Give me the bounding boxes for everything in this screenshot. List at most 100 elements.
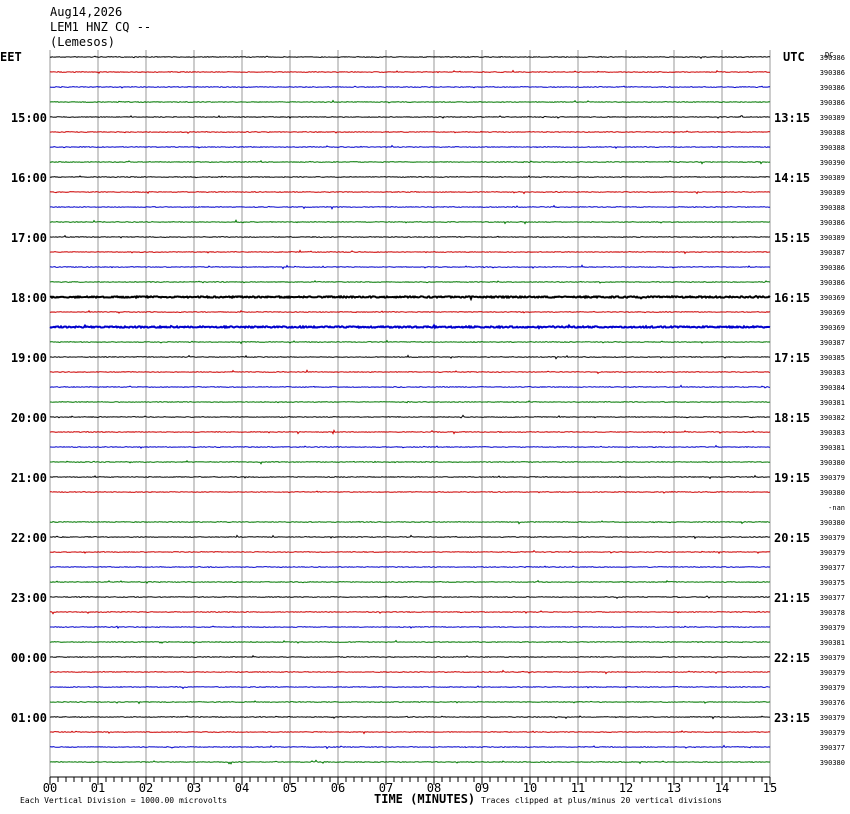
seismic-trace bbox=[49, 144, 771, 149]
header-location: (Lemesos) bbox=[50, 35, 115, 49]
seismic-trace bbox=[49, 204, 771, 210]
trace-value-label: 390379 bbox=[820, 549, 845, 557]
left-hour-label: 01:00 bbox=[11, 711, 47, 725]
seismic-trace bbox=[49, 85, 771, 89]
right-hour-label: 13:15 bbox=[774, 111, 810, 125]
left-hour-label: 22:00 bbox=[11, 531, 47, 545]
seismic-trace bbox=[49, 610, 771, 615]
trace-value-label: 390379 bbox=[820, 684, 845, 692]
trace-value-label: 390382 bbox=[820, 414, 845, 422]
trace-value-label: 390379 bbox=[820, 669, 845, 677]
seismic-trace bbox=[49, 490, 771, 494]
seismic-trace bbox=[49, 730, 771, 735]
seismic-trace bbox=[49, 759, 771, 765]
right-hour-label: 22:15 bbox=[774, 651, 810, 665]
seismic-trace bbox=[49, 744, 771, 750]
right-hour-label: 18:15 bbox=[774, 411, 810, 425]
seismic-trace bbox=[49, 474, 771, 480]
seismic-trace bbox=[49, 309, 771, 314]
trace-value-label: 390383 bbox=[820, 429, 845, 437]
seismic-trace bbox=[49, 175, 771, 179]
trace-value-label: 390381 bbox=[820, 399, 845, 407]
right-hour-label: 16:15 bbox=[774, 291, 810, 305]
seismic-trace bbox=[49, 249, 771, 255]
x-tick-label: 09 bbox=[475, 781, 489, 795]
right-hour-label: 14:15 bbox=[774, 171, 810, 185]
seismic-trace bbox=[49, 715, 771, 720]
seismic-trace bbox=[49, 700, 771, 705]
trace-value-label: 390380 bbox=[820, 489, 845, 497]
left-hour-label: 18:00 bbox=[11, 291, 47, 305]
trace-value-label: 390369 bbox=[820, 324, 845, 332]
seismic-trace bbox=[49, 190, 771, 195]
x-tick-label: 02 bbox=[139, 781, 153, 795]
trace-value-label: 390375 bbox=[820, 579, 845, 587]
seismic-trace bbox=[49, 69, 770, 74]
seismic-trace bbox=[49, 159, 771, 165]
seismic-trace bbox=[49, 384, 771, 389]
trace-value-label: 390386 bbox=[820, 219, 845, 227]
x-tick-label: 15 bbox=[763, 781, 777, 795]
x-tick-label: 12 bbox=[619, 781, 633, 795]
seismic-trace bbox=[49, 219, 771, 225]
seismic-trace bbox=[49, 339, 771, 345]
trace-value-label: 390379 bbox=[820, 534, 845, 542]
right-hour-label: 21:15 bbox=[774, 591, 810, 605]
trace-value-label: 390379 bbox=[820, 624, 845, 632]
left-hour-label: 16:00 bbox=[11, 171, 47, 185]
left-hour-label: 23:00 bbox=[11, 591, 47, 605]
seismic-trace bbox=[50, 429, 771, 435]
left-hour-label: 15:00 bbox=[11, 111, 47, 125]
seismic-trace bbox=[49, 414, 771, 419]
seismic-trace bbox=[49, 669, 771, 675]
timezone-left-label: EET bbox=[0, 50, 22, 64]
trace-value-label: 390388 bbox=[820, 129, 845, 137]
trace-value-label: 390389 bbox=[820, 114, 845, 122]
trace-value-label: -nan bbox=[828, 504, 845, 512]
x-tick-label: 13 bbox=[667, 781, 681, 795]
seismic-trace bbox=[49, 639, 771, 644]
left-hour-label: 00:00 bbox=[11, 651, 47, 665]
seismic-trace bbox=[49, 323, 771, 330]
helicorder-chart: Aug14,2026 LEM1 HNZ CQ -- (Lemesos) EET … bbox=[0, 5, 845, 806]
seismic-trace bbox=[49, 354, 771, 360]
trace-value-label: 390386 bbox=[820, 99, 845, 107]
trace-value-label: 390388 bbox=[820, 204, 845, 212]
seismic-trace bbox=[49, 444, 771, 449]
trace-value-label: 390383 bbox=[820, 369, 845, 377]
trace-value-label: 390377 bbox=[820, 564, 845, 572]
seismic-trace bbox=[49, 369, 771, 375]
left-hour-label: 20:00 bbox=[11, 411, 47, 425]
trace-value-label: 390369 bbox=[820, 309, 845, 317]
seismic-trace bbox=[49, 685, 771, 690]
seismic-trace bbox=[49, 55, 771, 60]
seismic-trace bbox=[49, 130, 771, 135]
x-tick-label: 03 bbox=[187, 781, 201, 795]
seismic-trace bbox=[50, 534, 771, 540]
trace-value-label: 390380 bbox=[820, 519, 845, 527]
x-tick-label: 06 bbox=[331, 781, 345, 795]
seismic-trace bbox=[49, 400, 771, 404]
trace-value-label: 390384 bbox=[820, 384, 845, 392]
x-tick-label: 04 bbox=[235, 781, 249, 795]
header-station: LEM1 HNZ CQ -- bbox=[50, 20, 151, 34]
left-hour-label: 19:00 bbox=[11, 351, 47, 365]
trace-value-label: 390387 bbox=[820, 339, 845, 347]
footer-left-note: Each Vertical Division = 1000.00 microvo… bbox=[20, 796, 227, 805]
seismic-trace bbox=[49, 114, 771, 119]
seismic-trace bbox=[49, 579, 771, 584]
left-hour-label: 21:00 bbox=[11, 471, 47, 485]
trace-value-label: 390387 bbox=[820, 249, 845, 257]
trace-value-label: 390378 bbox=[820, 609, 845, 617]
x-tick-label: 10 bbox=[523, 781, 537, 795]
trace-value-label: 390386 bbox=[820, 279, 845, 287]
header-date: Aug14,2026 bbox=[50, 5, 122, 19]
x-tick-label: 01 bbox=[91, 781, 105, 795]
x-tick-label: 11 bbox=[571, 781, 585, 795]
trace-value-label: 390386 bbox=[820, 54, 845, 62]
x-axis-title: TIME (MINUTES) bbox=[374, 792, 475, 806]
trace-value-label: 390389 bbox=[820, 174, 845, 182]
seismic-trace bbox=[49, 234, 771, 239]
seismic-trace bbox=[49, 625, 771, 629]
trace-value-label: 390377 bbox=[820, 744, 845, 752]
